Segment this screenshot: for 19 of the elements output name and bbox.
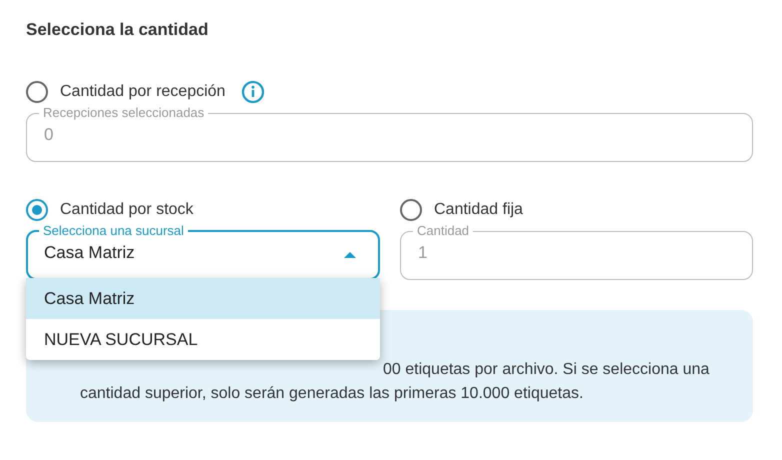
field-label: Recepciones seleccionadas xyxy=(42,106,206,120)
info-icon[interactable] xyxy=(241,80,266,104)
caret-icon xyxy=(344,252,356,258)
field-value: 1 xyxy=(418,242,428,264)
radio-button[interactable] xyxy=(400,199,422,221)
radio-label[interactable]: Cantidad por stock xyxy=(60,201,194,219)
notice-text: cantidad superior, solo serán generadas las primeras 10.000 etiquetas. xyxy=(80,384,584,404)
field-label: Cantidad xyxy=(416,224,470,238)
menu-item[interactable]: Casa Matriz xyxy=(26,278,380,319)
radio-label[interactable]: Cantidad fija xyxy=(434,201,523,219)
radio-button[interactable] xyxy=(26,199,48,221)
radio-button[interactable] xyxy=(26,81,48,103)
menu-item[interactable]: NUEVA SUCURSAL xyxy=(26,319,380,360)
field-value: Casa Matriz xyxy=(44,242,135,264)
field-value: 0 xyxy=(44,124,54,146)
section-heading: Selecciona la cantidad xyxy=(26,19,210,41)
radio-label[interactable]: Cantidad por recepción xyxy=(60,83,226,101)
notice-text: 00 etiquetas por archivo. Si se selecciona una xyxy=(382,360,710,380)
field-label: Selecciona una sucursal xyxy=(42,224,185,238)
